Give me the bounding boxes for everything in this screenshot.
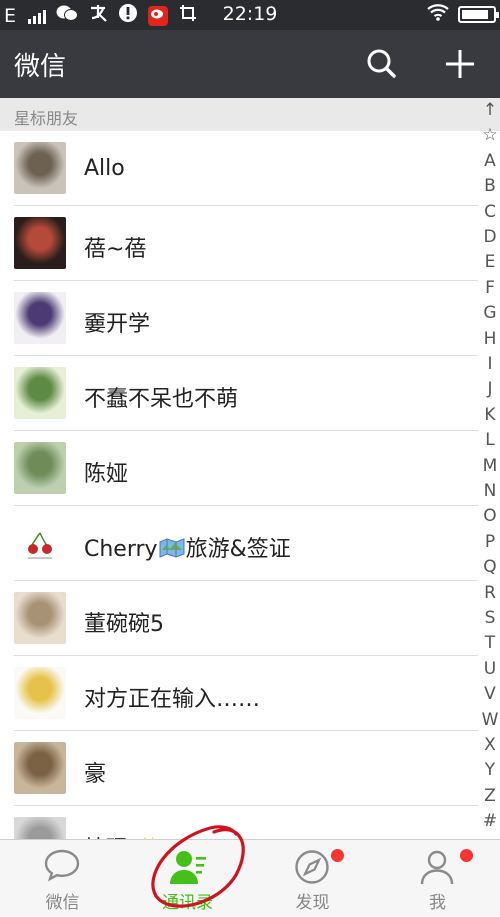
index-letter[interactable]: J <box>480 379 500 399</box>
contact-row[interactable]: 蓓~蓓 <box>0 206 478 281</box>
index-letter[interactable]: E <box>480 252 500 272</box>
contact-name: 不蠢不呆也不萌 <box>84 387 239 412</box>
bottom-tab-bar: 微信 通讯录 发现 我 <box>0 839 500 916</box>
index-letter[interactable]: F <box>480 278 500 298</box>
index-letter[interactable]: R <box>480 583 500 603</box>
index-letter[interactable]: ☆ <box>480 125 500 145</box>
status-bar: E 22:19 <box>0 0 500 30</box>
index-letter[interactable]: I <box>480 354 500 374</box>
contact-row[interactable]: 不蠢不呆也不萌 <box>0 356 478 431</box>
index-letter[interactable]: L <box>480 430 500 450</box>
index-letter[interactable]: B <box>480 176 500 196</box>
index-letter[interactable]: H <box>480 329 500 349</box>
index-letter[interactable]: K <box>480 405 500 425</box>
contact-row[interactable]: 董碗碗5 <box>0 581 478 656</box>
index-letter[interactable]: A <box>480 151 500 171</box>
avatar <box>14 667 66 719</box>
avatar <box>14 292 66 344</box>
page-title: 微信 <box>14 52 67 82</box>
contact-name: 焯琨 ✨ <box>84 831 162 839</box>
tab-chats[interactable]: 微信 <box>0 840 125 917</box>
index-letter[interactable]: ↑ <box>480 100 500 120</box>
contact-row[interactable]: 嫑开学 <box>0 281 478 356</box>
index-letter[interactable]: # <box>480 811 500 831</box>
contact-name: Cherry 旅游&签证 <box>84 537 291 564</box>
avatar <box>14 592 66 644</box>
index-letter[interactable]: G <box>480 303 500 323</box>
index-letter[interactable]: N <box>480 481 500 501</box>
avatar <box>14 142 66 194</box>
contact-row[interactable]: Cherry 旅游&签证 <box>0 506 478 581</box>
contact-row[interactable]: 豪 <box>0 731 478 806</box>
compass-icon <box>295 850 329 884</box>
me-badge <box>460 849 473 862</box>
section-label: 星标朋友 <box>14 109 79 128</box>
plus-icon[interactable] <box>440 44 480 84</box>
index-letter[interactable]: P <box>480 532 500 552</box>
contact-name: 对方正在输入…… <box>84 687 261 712</box>
avatar <box>14 367 66 419</box>
clock: 22:19 <box>222 3 278 25</box>
search-icon[interactable] <box>362 44 402 84</box>
avatar <box>14 517 66 569</box>
contact-name: 嫑开学 <box>84 312 151 337</box>
contact-row[interactable]: 焯琨 ✨ <box>0 806 478 839</box>
avatar <box>14 217 66 269</box>
contact-name: 董碗碗5 <box>84 612 164 637</box>
index-letter[interactable]: M <box>480 456 500 476</box>
tab-contacts[interactable]: 通讯录 <box>125 840 250 917</box>
contact-name: Allo <box>84 156 125 181</box>
tab-label: 通讯录 <box>162 893 213 913</box>
tab-discover[interactable]: 发现 <box>250 840 375 917</box>
section-header-starred: 星标朋友 <box>0 98 500 131</box>
index-letter[interactable]: C <box>480 202 500 222</box>
index-letter[interactable]: Z <box>480 786 500 806</box>
tab-me[interactable]: 我 <box>375 840 500 917</box>
index-letter[interactable]: O <box>480 506 500 526</box>
tab-label: 微信 <box>45 893 80 913</box>
index-letter[interactable]: Y <box>480 760 500 780</box>
contact-row[interactable]: Allo <box>0 131 478 206</box>
contact-name: 陈娅 <box>84 462 129 487</box>
index-letter[interactable]: T <box>480 633 500 653</box>
person-icon <box>420 850 454 885</box>
index-letter[interactable]: S <box>480 608 500 628</box>
battery-icon <box>458 6 499 23</box>
index-letter[interactable]: V <box>480 684 500 704</box>
avatar <box>14 742 66 794</box>
index-letter[interactable]: U <box>480 659 500 679</box>
index-letter[interactable]: W <box>480 710 500 730</box>
chat-bubble-icon <box>44 849 80 882</box>
app-header: 微信 <box>0 30 500 98</box>
map-icon <box>159 538 185 564</box>
contacts-icon <box>170 851 206 884</box>
contact-row[interactable]: 对方正在输入…… <box>0 656 478 731</box>
contact-row[interactable]: 陈娅 <box>0 431 478 506</box>
avatar <box>14 817 66 839</box>
contact-list[interactable]: Allo 蓓~蓓 嫑开学 不蠢不呆也不萌 陈娅 Cherry 旅游&签证 董碗碗5… <box>0 131 478 839</box>
tab-label: 发现 <box>295 893 330 913</box>
tab-label: 我 <box>429 893 446 913</box>
index-letter[interactable]: Q <box>480 557 500 577</box>
discover-badge <box>331 849 344 862</box>
contact-name: 豪 <box>84 762 107 787</box>
avatar <box>14 442 66 494</box>
index-letter[interactable]: X <box>480 735 500 755</box>
wifi-icon <box>426 3 450 26</box>
index-letter[interactable]: D <box>480 227 500 247</box>
contact-name: 蓓~蓓 <box>84 237 147 262</box>
alphabet-index-bar[interactable]: ↑ ☆ A B C D E F G H I J K L M N O P Q R S T U V W X Y Z # <box>480 100 500 840</box>
